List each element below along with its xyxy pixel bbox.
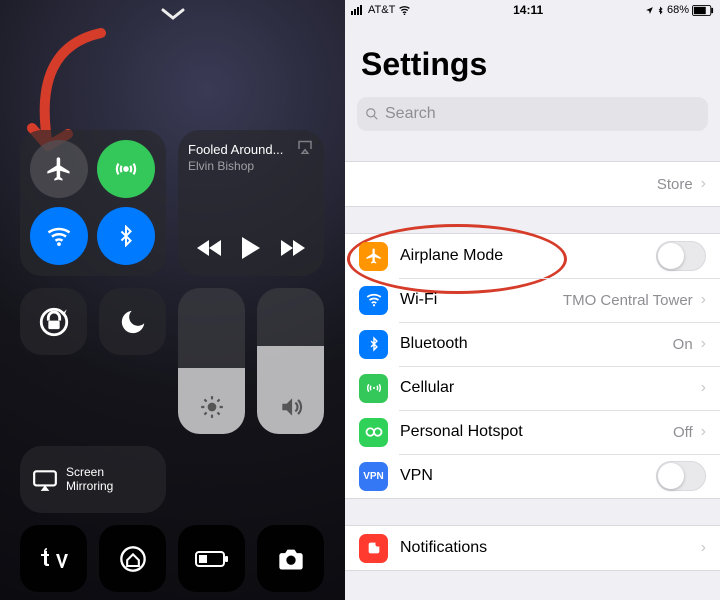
vpn-row[interactable]: VPN VPN [345,454,720,498]
now-playing-artist: Elvin Bishop [188,159,314,173]
chevron-right-icon: › [701,175,706,193]
wifi-toggle[interactable] [30,207,88,265]
screen-mirroring-button[interactable]: Screen Mirroring [20,446,166,513]
search-icon [365,107,379,121]
airplane-label: Airplane Mode [400,247,503,265]
notifications-label: Notifications [400,539,487,557]
hotspot-value: Off [673,424,697,441]
notifications-row-icon [359,534,388,563]
chevron-right-icon: › [701,379,706,397]
wifi-value: TMO Central Tower [563,292,697,309]
vpn-label: VPN [400,467,433,485]
battery-icon [692,5,714,16]
previous-track-button[interactable] [197,238,223,263]
settings-header: Settings [345,20,720,89]
chevron-right-icon: › [701,539,706,557]
airplane-toggle[interactable] [656,241,706,271]
bluetooth-toggle[interactable] [97,207,155,265]
hotspot-label: Personal Hotspot [400,423,523,441]
bluetooth-row[interactable]: Bluetooth On › [345,322,720,366]
camera-button[interactable] [257,525,324,592]
brightness-slider[interactable] [178,288,245,434]
page-title: Settings [361,46,704,83]
signal-icon [351,5,365,15]
hotspot-row[interactable]: Personal Hotspot Off › [345,410,720,454]
screen-mirroring-label: Screen Mirroring [66,466,113,492]
chevron-right-icon: › [701,291,706,309]
cellular-data-toggle[interactable] [97,140,155,198]
wifi-row-icon [359,286,388,315]
battery-percent: 68% [667,4,689,16]
bluetooth-label: Bluetooth [400,335,468,353]
vpn-row-icon: VPN [359,462,388,491]
bluetooth-value: On [673,336,697,353]
now-playing-tile[interactable]: Fooled Around... Elvin Bishop [178,130,324,276]
cellular-row[interactable]: Cellular › [345,366,720,410]
clock: 14:11 [411,3,645,17]
status-bar: AT&T 14:11 68% [345,0,720,20]
wifi-row[interactable]: Wi-Fi TMO Central Tower › [345,278,720,322]
next-track-button[interactable] [279,238,305,263]
low-power-mode-button[interactable] [178,525,245,592]
airplane-mode-row[interactable]: Airplane Mode [345,234,720,278]
store-label: Store [657,176,697,193]
chevron-down-icon[interactable] [161,8,185,27]
search-placeholder: Search [385,105,436,123]
connectivity-tile[interactable] [20,130,166,276]
notifications-row[interactable]: Notifications › [345,526,720,570]
chevron-right-icon: › [701,423,706,441]
cellular-label: Cellular [400,379,454,397]
settings-app: AT&T 14:11 68% Settings Search Store › A… [345,0,720,600]
airplay-icon[interactable] [296,138,314,159]
bluetooth-row-icon [359,330,388,359]
carrier-label: AT&T [368,4,395,16]
airplane-mode-toggle[interactable] [30,140,88,198]
wifi-icon [398,5,411,15]
location-icon [645,6,654,15]
hotspot-row-icon [359,418,388,447]
airplane-icon [359,242,388,271]
bluetooth-icon [657,5,664,16]
screen-mirroring-icon [32,469,58,491]
play-button[interactable] [240,235,262,266]
do-not-disturb-button[interactable] [99,288,166,355]
rotation-lock-button[interactable] [20,288,87,355]
store-row[interactable]: Store › [345,162,720,206]
search-field[interactable]: Search [357,97,708,131]
home-button[interactable] [99,525,166,592]
volume-slider[interactable] [257,288,324,434]
vpn-toggle[interactable] [656,461,706,491]
chevron-right-icon: › [701,335,706,353]
apple-tv-button[interactable] [20,525,87,592]
wifi-label: Wi-Fi [400,291,437,309]
cellular-row-icon [359,374,388,403]
control-center: Fooled Around... Elvin Bishop [0,0,345,600]
